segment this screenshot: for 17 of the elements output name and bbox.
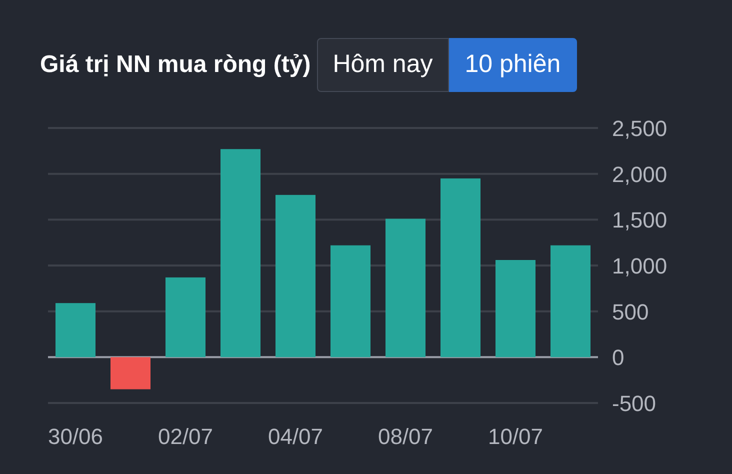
y-tick-label: 2,500 [612,116,668,141]
y-tick-label: 1,500 [612,208,668,233]
period-tab[interactable]: 10 phiên [448,38,577,92]
x-tick-label: 08/07 [378,424,434,449]
x-tick-label: 30/06 [48,424,104,449]
y-tick-label: -500 [612,391,656,416]
period-tab[interactable]: Hôm nay [316,38,449,92]
x-tick-label: 10/07 [488,424,544,449]
y-tick-label: 2,000 [612,162,668,187]
bar [110,357,150,390]
chart-title: Giá trị NN mua ròng (tỷ) [40,50,311,80]
x-tick-label: 04/07 [268,424,324,449]
x-tick-label: 02/07 [158,424,214,449]
y-tick-label: 500 [612,299,649,324]
bar [56,303,96,358]
y-tick-label: 0 [612,345,624,370]
y-tick-label: 1,000 [612,254,668,278]
